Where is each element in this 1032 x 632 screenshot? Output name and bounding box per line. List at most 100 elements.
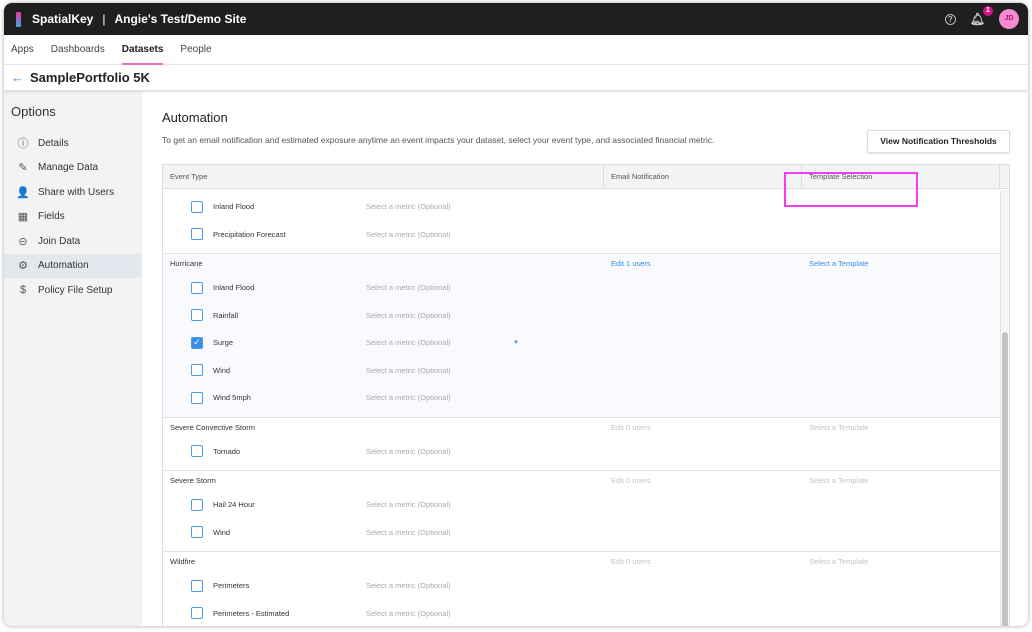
table-row: Perimeters Select a metric (Optional) (163, 572, 1009, 600)
notification-badge: 1 (983, 6, 993, 16)
event-group-name: Wildfire (170, 557, 196, 566)
sidebar-title: Options (11, 104, 56, 119)
nav-dashboards[interactable]: Dashboards (51, 35, 105, 65)
sidebar-item-join-data[interactable]: ⊝ Join Data (4, 229, 142, 254)
event-group-name: Hurricane (170, 259, 203, 268)
column-email-notification: Email Notification (604, 165, 802, 189)
event-group: Hurricane Edit 1 users Select a Template In… (163, 254, 1009, 418)
chevron-down-icon[interactable]: ▼ (513, 340, 519, 346)
event-checkbox[interactable] (191, 391, 203, 404)
edit-users-link[interactable]: Edit 0 users (611, 418, 651, 438)
sidebar-item-policy-file-setup[interactable]: $ Policy File Setup (4, 278, 142, 303)
back-arrow-icon[interactable]: ← (11, 70, 24, 85)
event-group-header: Wildfire Edit 0 users Select a Template (163, 552, 1009, 572)
help-icon[interactable]: ? (944, 13, 956, 25)
metric-select[interactable]: Select a metric (Optional) (366, 393, 451, 402)
sidebar-icon: ✎ (18, 162, 28, 175)
event-group: Wildfire Edit 0 users Select a Template Per… (163, 552, 1009, 626)
metric-select[interactable]: Select a metric (Optional) (366, 447, 451, 456)
sidebar-icon: ▦ (17, 211, 29, 224)
table-row: Perimeters - Estimated Select a metric (O… (163, 600, 1009, 627)
event-group-name: Severe Storm (170, 476, 216, 485)
event-group-header: Severe Convective Storm Edit 0 users Selec… (163, 418, 1009, 438)
sidebar-item-details[interactable]: ⓘ Details (4, 131, 142, 156)
page-header: ← SamplePortfolio 5K (4, 65, 1028, 90)
sidebar-icon: $ (19, 284, 27, 297)
nav-datasets[interactable]: Datasets (121, 35, 163, 65)
section-title: Automation (162, 110, 228, 125)
view-notification-thresholds-button[interactable]: View Notification Thresholds (867, 130, 1010, 153)
event-checkbox[interactable] (191, 309, 203, 322)
scrollbar-thumb[interactable] (1002, 332, 1008, 626)
edit-users-link[interactable]: Edit 0 users (611, 552, 651, 572)
metric-select[interactable]: Select a metric (Optional) (366, 311, 451, 320)
event-label: Wind 5mph (213, 393, 251, 403)
nav-people[interactable]: People (180, 35, 211, 65)
event-checkbox[interactable] (191, 364, 203, 377)
metric-select[interactable]: Select a metric (Optional) (366, 202, 451, 211)
select-template-link[interactable]: Select a Template (809, 254, 868, 274)
event-label: Surge (213, 338, 234, 348)
event-group-header: Hurricane Edit 1 users Select a Template (163, 254, 1009, 274)
sidebar-icon: ⚙ (18, 260, 28, 273)
sidebar-item-automation[interactable]: ⚙ Automation (4, 253, 142, 278)
event-label: Inland Flood (213, 202, 255, 212)
metric-select[interactable]: Select a metric (Optional) (366, 500, 451, 509)
table-row: Precipitation Forecast Select a metric (O… (163, 221, 1009, 249)
edit-users-link[interactable]: Edit 1 users (611, 254, 651, 274)
event-checkbox[interactable] (191, 607, 203, 620)
select-template-link[interactable]: Select a Template (809, 552, 868, 572)
sidebar-item-label: Manage Data (38, 162, 99, 174)
event-checkbox[interactable] (191, 526, 203, 539)
metric-select[interactable]: Select a metric (Optional) (366, 366, 451, 375)
sidebar-item-label: Fields (38, 211, 65, 223)
table-row: Rainfall Select a metric (Optional) (163, 302, 1009, 330)
event-group: Severe Convective Storm Edit 0 users Selec… (163, 418, 1009, 471)
metric-select[interactable]: Select a metric (Optional) (366, 528, 451, 537)
scrollbar[interactable] (1000, 190, 1009, 626)
table-row: ✓ Surge Select a metric (Optional) ▼ (163, 329, 1009, 357)
table-row: Inland Flood Select a metric (Optional) (163, 274, 1009, 302)
event-checkbox[interactable]: ✓ (191, 336, 203, 349)
sidebar-item-share-with-users[interactable]: 👤 Share with Users (4, 180, 142, 205)
spatialkey-logo-icon[interactable] (16, 11, 21, 27)
event-checkbox[interactable] (191, 228, 203, 241)
event-label: Wind (213, 365, 231, 375)
sidebar-item-label: Policy File Setup (38, 284, 113, 296)
main-content: Automation To get an email notification … (162, 91, 1028, 626)
event-checkbox[interactable] (191, 200, 203, 213)
select-template-link[interactable]: Select a Template (809, 471, 868, 491)
event-checkbox[interactable] (191, 498, 203, 511)
event-group: Severe Storm Edit 0 users Select a Templat… (163, 471, 1009, 552)
event-checkbox[interactable] (191, 281, 203, 294)
site-name[interactable]: Angie's Test/Demo Site (114, 12, 246, 26)
brand-name[interactable]: SpatialKey (32, 12, 93, 26)
notifications-button[interactable]: 🔔︎ 1 (969, 6, 993, 26)
highlight-box (784, 172, 918, 207)
column-event-type: Event Type (163, 165, 604, 189)
event-checkbox[interactable] (191, 579, 203, 592)
metric-select[interactable]: Select a metric (Optional) (366, 283, 451, 292)
event-label: Hail 24 Hour (213, 500, 255, 510)
sidebar-item-label: Share with Users (38, 186, 115, 198)
sidebar-item-label: Join Data (38, 235, 81, 247)
section-description: To get an email notification and estimat… (162, 135, 715, 145)
nav-apps[interactable]: Apps (11, 35, 34, 65)
event-label: Inland Flood (213, 283, 255, 293)
sidebar-item-manage-data[interactable]: ✎ Manage Data (4, 156, 142, 181)
event-label: Tornado (213, 446, 241, 456)
sidebar: Options ⓘ Details ✎ Manage Data 👤 Share with … (4, 91, 142, 626)
metric-select[interactable]: Select a metric (Optional) (366, 609, 451, 618)
event-checkbox[interactable] (191, 445, 203, 458)
sidebar-item-fields[interactable]: ▦ Fields (4, 205, 142, 230)
metric-select[interactable]: Select a metric (Optional) (366, 338, 451, 347)
select-template-link[interactable]: Select a Template (809, 418, 868, 438)
metric-select[interactable]: Select a metric (Optional) (366, 581, 451, 590)
avatar[interactable]: JD (999, 9, 1019, 29)
event-label: Rainfall (213, 310, 239, 320)
metric-select[interactable]: Select a metric (Optional) (366, 230, 451, 239)
table-row: Wind Select a metric (Optional) (163, 357, 1009, 385)
edit-users-link[interactable]: Edit 0 users (611, 471, 651, 491)
bell-icon: 🔔︎ (969, 12, 985, 26)
event-label: Precipitation Forecast (213, 229, 286, 239)
